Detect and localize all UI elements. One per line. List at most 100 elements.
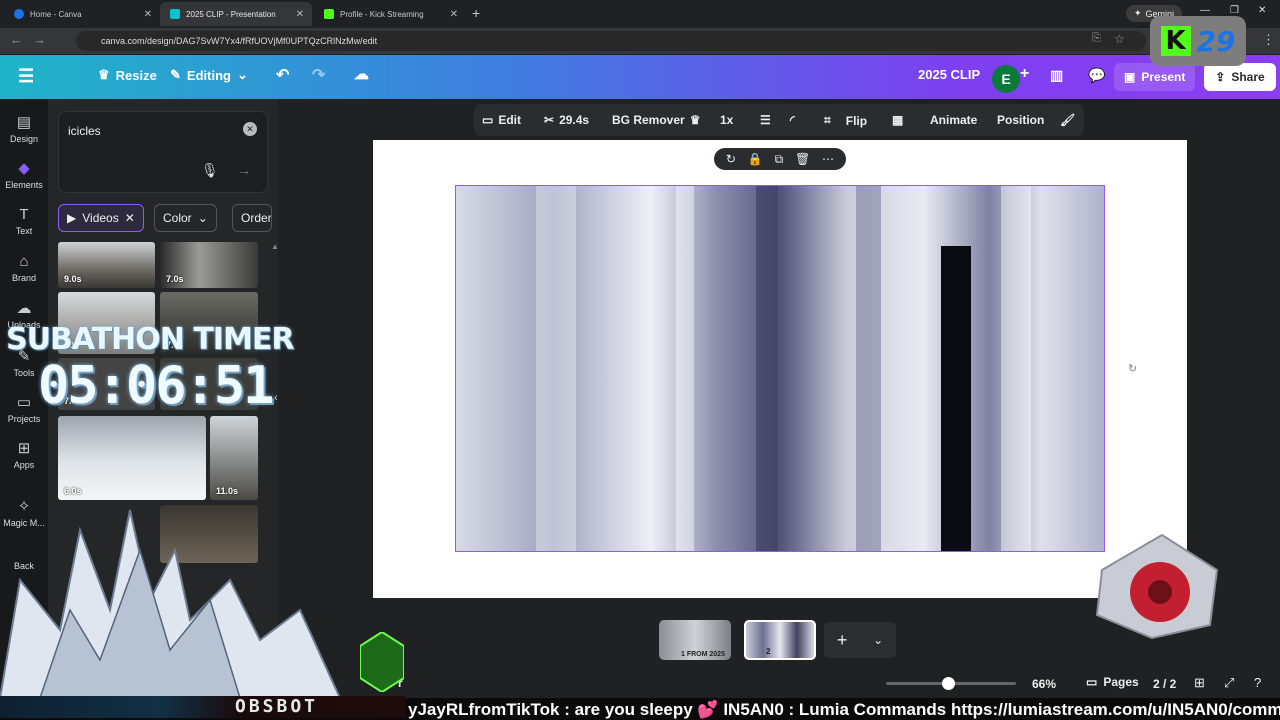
bookmark-star-icon[interactable]: ☆ bbox=[1114, 32, 1125, 46]
microphone-icon[interactable]: 🎙 bbox=[201, 162, 219, 179]
undo-icon[interactable]: ↶ bbox=[276, 65, 289, 85]
resize-button[interactable]: ♛ Resize bbox=[98, 67, 157, 83]
grid-view-icon[interactable]: ⊞ bbox=[1194, 675, 1205, 691]
crown-icon: ♛ bbox=[98, 67, 110, 82]
close-window-icon[interactable]: ✕ bbox=[1258, 5, 1266, 16]
tab-2025-clip[interactable]: 2025 CLIP - Presentation ✕ bbox=[160, 2, 312, 26]
page-count: 2 / 2 bbox=[1153, 677, 1177, 691]
cloud-save-icon[interactable]: ☁ bbox=[354, 65, 369, 83]
chip-label: Videos bbox=[82, 211, 119, 225]
trim-button[interactable]: ✂ 29.4s bbox=[544, 113, 589, 127]
search-box[interactable]: icicles ✕ 🎙 → bbox=[58, 111, 268, 193]
document-title[interactable]: 2025 CLIP bbox=[918, 67, 980, 82]
install-app-icon[interactable]: ⎘ bbox=[1092, 32, 1101, 45]
scrollbar-up-icon[interactable]: ▲ bbox=[271, 242, 279, 251]
scissors-icon: ✂ bbox=[544, 113, 555, 127]
tab-title: Profile - Kick Streaming bbox=[340, 9, 424, 19]
rail-label: Brand bbox=[11, 273, 37, 283]
add-collaborator-icon[interactable]: + bbox=[1020, 65, 1029, 83]
border-style-icon[interactable]: ☰ bbox=[760, 113, 771, 127]
avatar-letter: E bbox=[1001, 71, 1011, 87]
add-page-button[interactable]: + ⌄ bbox=[824, 622, 896, 658]
avatar[interactable]: E bbox=[992, 65, 1020, 93]
paint-format-icon[interactable]: 🖌 bbox=[1060, 113, 1075, 127]
rail-elements[interactable]: ◆ Elements bbox=[0, 159, 48, 190]
submit-arrow-icon[interactable]: → bbox=[237, 162, 251, 178]
rotate-icon[interactable]: ↻ bbox=[726, 152, 736, 166]
lock-icon[interactable]: 🔒 bbox=[748, 152, 763, 166]
search-input[interactable]: icicles bbox=[68, 124, 101, 138]
present-button[interactable]: ▣ Present bbox=[1114, 63, 1196, 91]
back-icon[interactable]: ← bbox=[10, 32, 23, 47]
tab-home-canva[interactable]: Home - Canva ✕ bbox=[4, 2, 160, 26]
close-tab-icon[interactable]: ✕ bbox=[450, 9, 458, 20]
pages-button[interactable]: ▭ Pages bbox=[1086, 675, 1139, 689]
collapse-panel-icon[interactable]: ‹ bbox=[274, 392, 278, 404]
edit-button[interactable]: ▭ Edit bbox=[482, 113, 521, 127]
duration-label: 29.4s bbox=[559, 113, 590, 127]
kick-favicon-icon bbox=[324, 9, 334, 19]
rail-text[interactable]: T Text bbox=[0, 206, 48, 236]
url-field[interactable]: canva.com/design/DAG7SvW7Yx4/fRfUOVjMf0U… bbox=[76, 31, 1146, 51]
forward-icon[interactable]: → bbox=[33, 32, 46, 47]
video-thumbnail[interactable]: 9.0s bbox=[58, 242, 155, 288]
page-thumbnail-2[interactable]: 2 bbox=[744, 620, 816, 660]
rotate-handle-icon[interactable]: ↻ bbox=[1128, 362, 1137, 375]
insights-chart-icon[interactable]: ▥ bbox=[1050, 67, 1063, 84]
new-tab-icon[interactable]: + bbox=[472, 5, 480, 21]
rail-label: Projects bbox=[7, 414, 41, 424]
fullscreen-icon[interactable]: ⤢ bbox=[1224, 675, 1234, 691]
page-thumbnail-1[interactable]: 1 FROM 2025 bbox=[659, 620, 731, 660]
filter-chip-order[interactable]: Order bbox=[232, 204, 272, 232]
share-button[interactable]: ⇪ Share bbox=[1204, 63, 1276, 91]
ticker-message: yJayRLfromTikTok : are you sleepy 💕 IN5A… bbox=[408, 700, 1280, 719]
rail-design[interactable]: ▤ Design bbox=[0, 113, 48, 144]
global-gaming-league-logo bbox=[1095, 533, 1219, 640]
rail-apps[interactable]: ⊞ Apps bbox=[0, 439, 48, 470]
rail-brand[interactable]: ⌂ Brand bbox=[0, 253, 48, 283]
hamburger-menu-icon[interactable]: ☰ bbox=[18, 66, 34, 87]
text-icon: T bbox=[19, 206, 29, 223]
close-tab-icon[interactable]: ✕ bbox=[296, 9, 304, 20]
close-tab-icon[interactable]: ✕ bbox=[144, 9, 152, 20]
zoom-slider-thumb[interactable] bbox=[942, 677, 955, 690]
zoom-level[interactable]: 66% bbox=[1032, 677, 1056, 691]
chevron-down-icon[interactable]: ⌄ bbox=[873, 633, 883, 647]
chip-label: Order bbox=[241, 211, 272, 225]
redo-icon[interactable]: ↷ bbox=[312, 65, 325, 85]
video-thumbnail[interactable]: 7.0s bbox=[160, 242, 258, 288]
zoom-slider[interactable] bbox=[886, 677, 1016, 690]
filter-chip-videos[interactable]: ▶ Videos ✕ bbox=[58, 204, 144, 232]
playback-speed-button[interactable]: 1x bbox=[720, 113, 733, 127]
rail-label: Tools bbox=[13, 368, 35, 378]
bg-remover-button[interactable]: BG Remover ♛ bbox=[612, 113, 700, 127]
maximize-icon[interactable]: ❐ bbox=[1230, 5, 1239, 16]
menu-kebab-icon[interactable]: ⋮ bbox=[1262, 32, 1275, 48]
corner-rounding-icon[interactable]: ◜ bbox=[790, 113, 795, 127]
animate-button[interactable]: Animate bbox=[930, 113, 977, 127]
filter-chip-color[interactable]: Color ⌄ bbox=[154, 204, 217, 232]
duplicate-icon[interactable]: ⧉ bbox=[775, 152, 784, 167]
duration-label: 9.0s bbox=[64, 274, 82, 284]
selected-video-element[interactable] bbox=[455, 185, 1105, 552]
flip-button[interactable]: ⌗ Flip bbox=[824, 113, 867, 128]
delete-icon[interactable]: 🗑 bbox=[795, 152, 810, 166]
editing-mode-button[interactable]: ✎ Editing ⌄ bbox=[170, 67, 248, 83]
position-button[interactable]: Position bbox=[997, 113, 1044, 127]
video-thumbnail[interactable]: 11.0s bbox=[210, 416, 258, 500]
comment-icon[interactable]: 💬 bbox=[1088, 67, 1105, 84]
transparency-icon[interactable]: ▦ bbox=[892, 113, 903, 127]
help-icon[interactable]: ? bbox=[1254, 675, 1261, 690]
minimize-icon[interactable]: — bbox=[1200, 5, 1210, 16]
clear-search-icon[interactable]: ✕ bbox=[243, 122, 257, 136]
brand-icon: ⌂ bbox=[19, 253, 29, 270]
tab-title: Home - Canva bbox=[30, 9, 82, 19]
edit-video-icon: ▭ bbox=[482, 113, 494, 127]
tab-kick-profile[interactable]: Profile - Kick Streaming ✕ bbox=[314, 2, 466, 26]
tab-title: 2025 CLIP - Presentation bbox=[186, 9, 276, 19]
apps-grid-icon: ⊞ bbox=[17, 440, 31, 457]
video-thumbnail[interactable]: 6.0s bbox=[58, 416, 206, 500]
more-options-icon[interactable]: ⋯ bbox=[822, 152, 834, 166]
green-gem-overlay bbox=[360, 632, 404, 692]
remove-filter-icon[interactable]: ✕ bbox=[125, 211, 135, 225]
